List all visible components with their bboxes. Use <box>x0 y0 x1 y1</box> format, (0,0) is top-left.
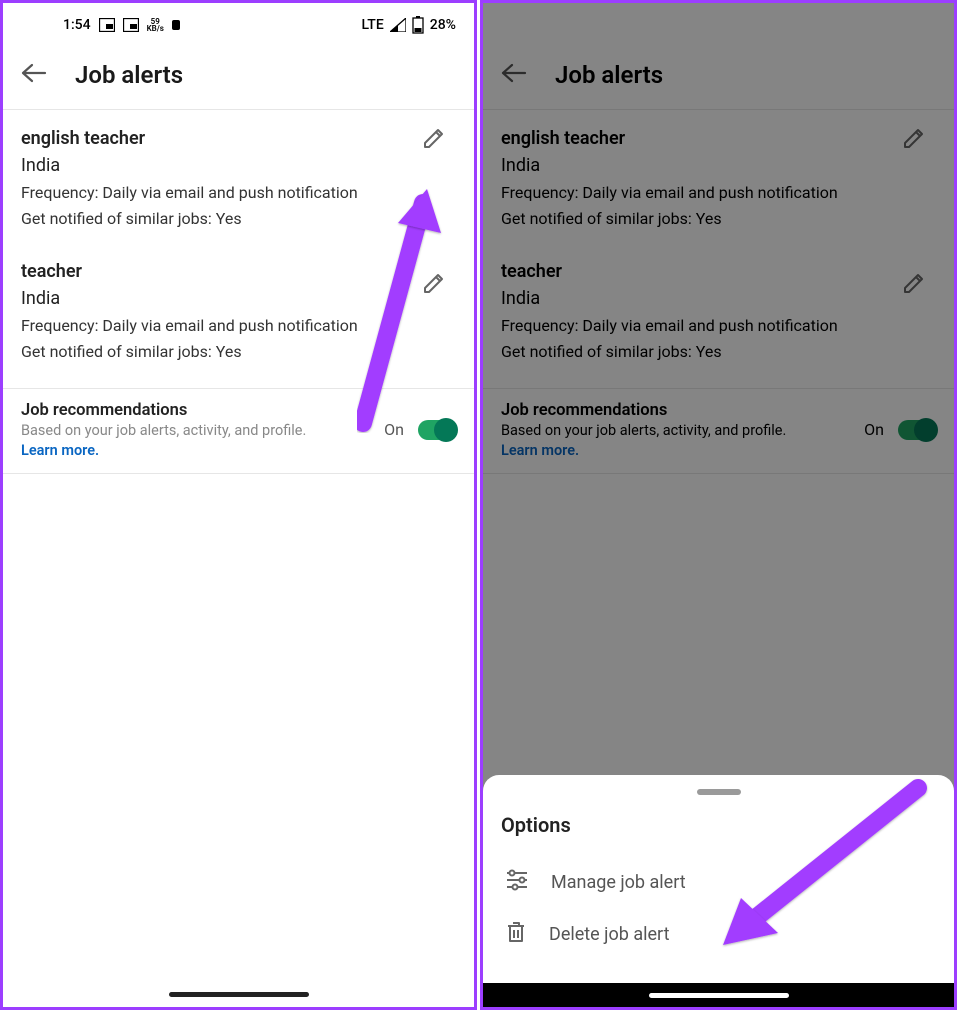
alert-title: teacher <box>21 261 456 282</box>
nav-pill[interactable] <box>169 992 309 997</box>
pip-icon-2 <box>123 18 139 32</box>
content-area: english teacher India Frequency: Daily v… <box>3 110 474 474</box>
phone-screenshot-right: 1:54 0 KB/s LTE 28% <box>480 0 957 1010</box>
pencil-icon[interactable] <box>422 126 446 154</box>
delete-job-alert-option[interactable]: Delete job alert <box>501 908 936 961</box>
learn-more-link[interactable]: Learn more. <box>21 442 374 459</box>
sliders-icon <box>505 869 529 896</box>
top-app-bar: Job alerts <box>3 47 474 110</box>
rec-title: Job recommendations <box>21 401 374 420</box>
sheet-item-label: Delete job alert <box>549 924 669 945</box>
alert-location: India <box>21 155 456 176</box>
net-speed: 59 KB/s <box>147 18 164 32</box>
rec-subtitle: Based on your job alerts, activity, and … <box>21 422 374 441</box>
pencil-icon[interactable] <box>422 271 446 299</box>
rec-state: On <box>384 420 404 439</box>
signal-icon <box>390 18 406 32</box>
notification-dot-icon <box>172 20 186 30</box>
alert-similar: Get notified of similar jobs: Yes <box>21 341 456 363</box>
sheet-item-label: Manage job alert <box>551 872 686 893</box>
status-time: 1:54 <box>63 17 91 33</box>
toggle-switch[interactable] <box>418 420 456 440</box>
phone-screenshot-left: 1:54 59 KB/s LTE 28% <box>0 0 477 1010</box>
page-title: Job alerts <box>75 61 183 89</box>
bottom-sheet: Options Manage job alert Delete job aler… <box>483 775 954 983</box>
android-nav-bar <box>3 981 474 1007</box>
battery-icon <box>412 16 424 34</box>
nav-pill[interactable] <box>649 993 789 998</box>
alert-item[interactable]: teacher India Frequency: Daily via email… <box>3 255 474 388</box>
trash-icon <box>505 920 527 949</box>
recommendations-row: Job recommendations Based on your job al… <box>3 388 474 475</box>
alert-frequency: Frequency: Daily via email and push noti… <box>21 315 456 337</box>
alert-location: India <box>21 288 456 309</box>
status-bar: 1:54 59 KB/s LTE 28% <box>3 3 474 47</box>
drag-handle[interactable] <box>697 789 741 795</box>
manage-job-alert-option[interactable]: Manage job alert <box>501 857 936 908</box>
alert-item[interactable]: english teacher India Frequency: Daily v… <box>3 110 474 255</box>
alert-similar: Get notified of similar jobs: Yes <box>21 208 456 230</box>
sheet-title: Options <box>501 813 936 837</box>
android-nav-bar <box>483 983 954 1007</box>
back-icon[interactable] <box>21 63 47 87</box>
alert-title: english teacher <box>21 128 456 149</box>
network-type: LTE <box>361 17 383 33</box>
alert-frequency: Frequency: Daily via email and push noti… <box>21 182 456 204</box>
pip-icon <box>99 18 115 32</box>
battery-percent: 28% <box>430 17 456 33</box>
